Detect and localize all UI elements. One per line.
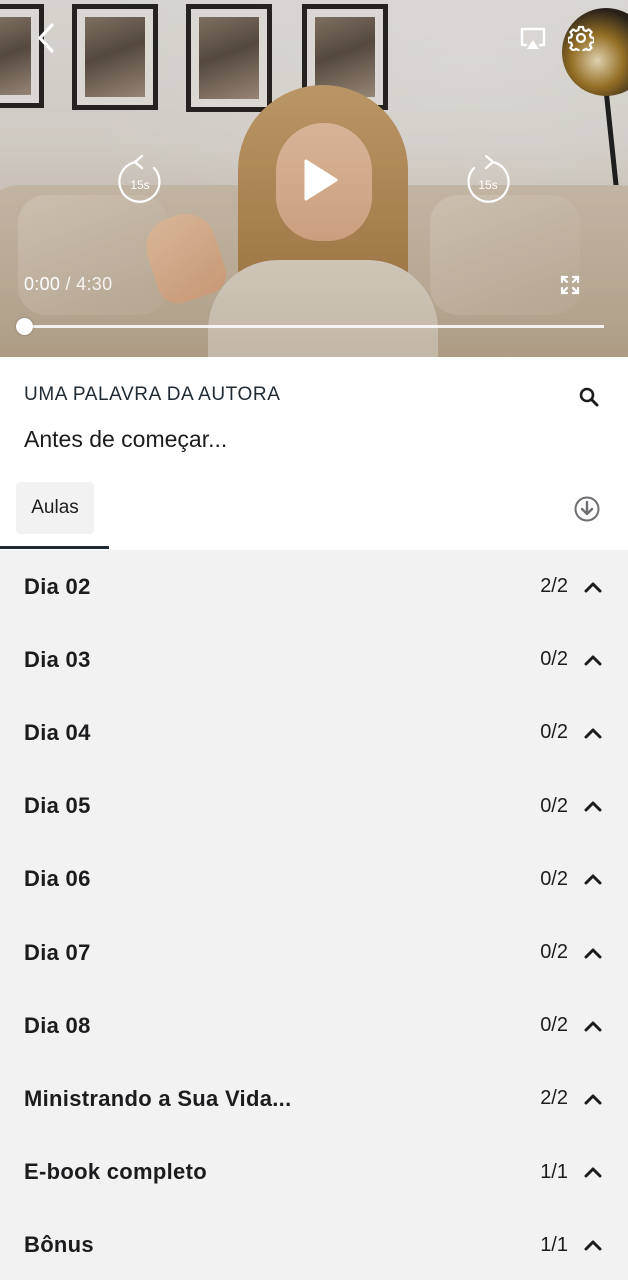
tab-active-indicator bbox=[0, 546, 109, 549]
forward-15s-button[interactable]: 15s bbox=[462, 154, 514, 210]
download-button[interactable] bbox=[572, 494, 602, 524]
module-title: Ministrando a Sua Vida... bbox=[24, 1085, 292, 1111]
tab-bar: Aulas bbox=[0, 470, 628, 550]
module-progress-count: 1/1 bbox=[540, 1160, 568, 1183]
module-row[interactable]: Dia 03 0/2 bbox=[0, 623, 628, 696]
back-icon bbox=[38, 23, 54, 53]
module-title: Dia 05 bbox=[24, 793, 91, 819]
lesson-title: Antes de começar... bbox=[24, 426, 228, 452]
module-progress-count: 0/2 bbox=[540, 867, 568, 890]
progress-scrubber[interactable] bbox=[16, 318, 33, 335]
rewind-15s-button[interactable]: 15s bbox=[114, 154, 166, 210]
module-title: Dia 07 bbox=[24, 939, 91, 965]
search-icon bbox=[579, 387, 599, 407]
progress-track[interactable] bbox=[24, 325, 604, 328]
module-row[interactable]: Dia 08 0/2 bbox=[0, 989, 628, 1062]
module-progress-count: 0/2 bbox=[540, 941, 568, 964]
module-progress-count: 0/2 bbox=[540, 1014, 568, 1037]
gear-icon bbox=[568, 25, 594, 51]
time-separator: / bbox=[60, 274, 77, 294]
module-row[interactable]: E-book completo 1/1 bbox=[0, 1136, 628, 1209]
settings-button[interactable] bbox=[564, 21, 598, 55]
module-progress-count: 1/1 bbox=[540, 1233, 568, 1256]
cast-button[interactable] bbox=[516, 22, 550, 56]
module-progress-count: 0/2 bbox=[540, 721, 568, 744]
rewind-label: 15s bbox=[130, 178, 150, 192]
chevron-up-icon[interactable] bbox=[582, 1234, 604, 1256]
module-title: Bônus bbox=[24, 1232, 94, 1258]
current-time: 0:00 bbox=[24, 274, 61, 294]
module-progress-count: 2/2 bbox=[540, 1087, 568, 1110]
module-title: E-book completo bbox=[24, 1159, 207, 1185]
module-title: Dia 08 bbox=[24, 1012, 91, 1038]
fullscreen-button[interactable] bbox=[556, 271, 584, 299]
module-title: Dia 02 bbox=[24, 573, 91, 599]
fullscreen-icon bbox=[560, 275, 580, 295]
chevron-up-icon[interactable] bbox=[582, 1088, 604, 1110]
chevron-up-icon[interactable] bbox=[582, 649, 604, 671]
chevron-up-icon[interactable] bbox=[582, 722, 604, 744]
back-button[interactable] bbox=[28, 20, 64, 56]
play-button[interactable] bbox=[292, 152, 348, 208]
module-progress-count: 2/2 bbox=[540, 575, 568, 598]
time-display: 0:00 / 4:30 bbox=[24, 274, 112, 295]
video-player[interactable]: 15s 15s 0:00 / 4:30 bbox=[0, 0, 628, 357]
module-title: Dia 04 bbox=[24, 719, 91, 745]
search-button[interactable] bbox=[574, 382, 604, 412]
module-progress-count: 0/2 bbox=[540, 794, 568, 817]
module-row[interactable]: Ministrando a Sua Vida... 2/2 bbox=[0, 1062, 628, 1135]
chevron-up-icon[interactable] bbox=[582, 942, 604, 964]
module-progress-count: 0/2 bbox=[540, 648, 568, 671]
module-label: UMA PALAVRA DA AUTORA bbox=[24, 384, 281, 405]
module-row[interactable]: Dia 06 0/2 bbox=[0, 843, 628, 916]
play-icon bbox=[304, 159, 338, 201]
chevron-up-icon[interactable] bbox=[582, 1015, 604, 1037]
module-title: Dia 06 bbox=[24, 866, 91, 892]
duration: 4:30 bbox=[76, 274, 113, 294]
module-list: Dia 02 2/2 Dia 03 0/2 Dia 04 0/2 Dia 05 0/2 Dia … bbox=[0, 550, 628, 1280]
chevron-up-icon[interactable] bbox=[582, 868, 604, 890]
forward-label: 15s bbox=[478, 178, 498, 192]
module-title: Dia 03 bbox=[24, 646, 91, 672]
module-row[interactable]: Dia 02 2/2 bbox=[0, 550, 628, 623]
chevron-up-icon[interactable] bbox=[582, 795, 604, 817]
tab-aulas[interactable]: Aulas bbox=[16, 482, 94, 534]
chevron-up-icon[interactable] bbox=[582, 576, 604, 598]
module-row[interactable]: Dia 07 0/2 bbox=[0, 916, 628, 989]
chevron-up-icon[interactable] bbox=[582, 1161, 604, 1183]
module-row[interactable]: Bônus 1/1 bbox=[0, 1209, 628, 1280]
cast-icon bbox=[520, 27, 546, 49]
module-row[interactable]: Dia 04 0/2 bbox=[0, 696, 628, 769]
download-icon bbox=[574, 496, 600, 522]
module-row[interactable]: Dia 05 0/2 bbox=[0, 770, 628, 843]
